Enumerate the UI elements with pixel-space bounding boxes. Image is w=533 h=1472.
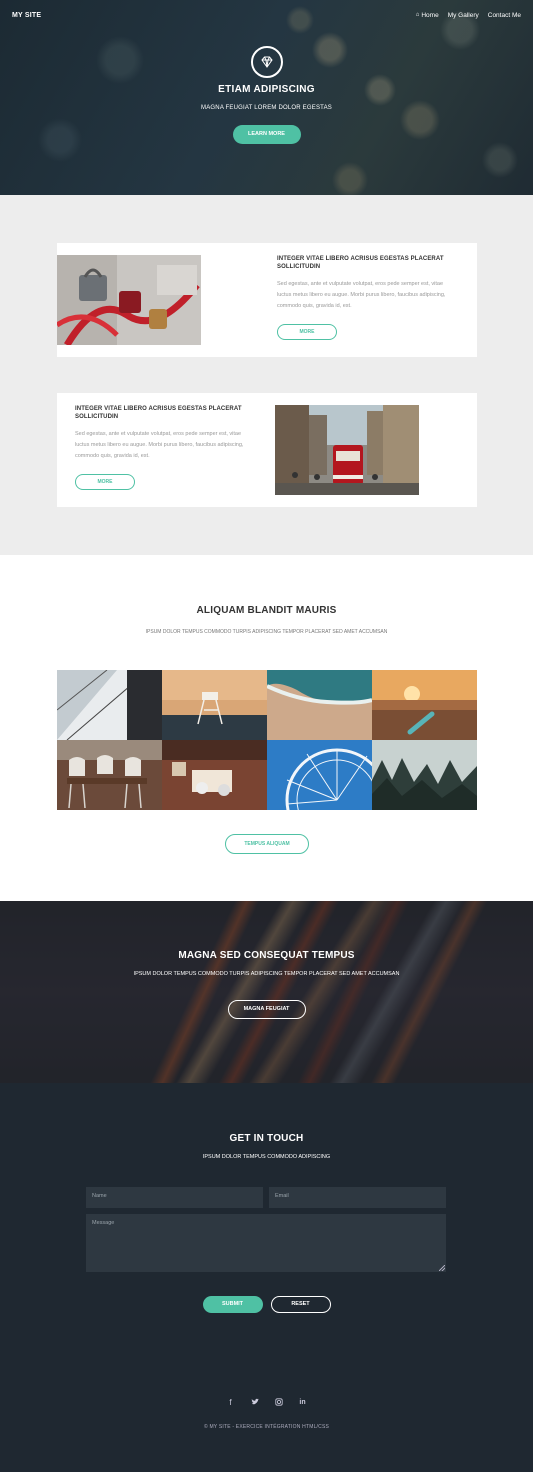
cta-subtitle: IPSUM DOLOR TEMPUS COMMODO TURPIS ADIPIS… [133, 971, 400, 977]
message-field[interactable]: Message [86, 1214, 446, 1272]
gallery-section: ALIQUAM BLANDIT MAURIS IPSUM DOLOR TEMPU… [0, 555, 533, 901]
padlocks-photo [57, 255, 201, 345]
feature-text: INTEGER VITAE LIBERO ACRISUS EGESTAS PLA… [75, 405, 251, 490]
contact-subtitle: IPSUM DOLOR TEMPUS COMMODO ADIPISCING [202, 1154, 331, 1160]
social-links: f in [0, 1397, 533, 1407]
feature-title: INTEGER VITAE LIBERO ACRISUS EGESTAS PLA… [277, 256, 444, 270]
diamond-icon [250, 46, 283, 78]
home-icon: ⌂ [415, 12, 420, 18]
foggy-forest-photo[interactable] [372, 740, 477, 810]
feature-card: INTEGER VITAE LIBERO ACRISUS EGESTAS PLA… [57, 393, 477, 507]
tempus-aliquam-button[interactable]: TEMPUS ALIQUAM [225, 834, 309, 854]
feature-text: INTEGER VITAE LIBERO ACRISUS EGESTAS PLA… [277, 255, 453, 340]
red-tram-photo [275, 405, 419, 495]
cta-banner: MAGNA SED CONSEQUAT TEMPUS IPSUM DOLOR T… [0, 901, 533, 1083]
nav-gallery-link[interactable]: My Gallery [448, 12, 479, 19]
site-logo[interactable]: MY SITE [12, 12, 41, 19]
nav-contact-link[interactable]: Contact Me [488, 12, 521, 19]
feature-body: Sed egestas, ante et vulputate volutpat,… [277, 281, 446, 309]
top-nav: MY SITE ⌂ Home My Gallery Contact Me [0, 0, 533, 30]
resize-handle-icon[interactable] [439, 1265, 445, 1271]
ferris-wheel-photo[interactable] [267, 740, 372, 810]
submit-button[interactable]: SUBMIT [202, 1296, 263, 1313]
cta-content: MAGNA SED CONSEQUAT TEMPUS IPSUM DOLOR T… [0, 950, 533, 1019]
message-placeholder: Message [92, 1220, 115, 1226]
reset-button[interactable]: RESET [270, 1296, 331, 1313]
nav-home-label: Home [421, 11, 439, 19]
gallery-subtitle: IPSUM DOLOR TEMPUS COMMODO TURPIS ADIPIS… [145, 629, 388, 635]
photo-grid [57, 670, 477, 810]
contact-title: GET IN TOUCH [229, 1133, 304, 1144]
instagram-icon[interactable] [274, 1397, 283, 1407]
twitter-icon[interactable] [251, 1397, 259, 1407]
nav-links: ⌂ Home My Gallery Contact Me [416, 12, 521, 19]
name-field[interactable]: Name [86, 1187, 263, 1208]
feature-card: INTEGER VITAE LIBERO ACRISUS EGESTAS PLA… [57, 243, 477, 357]
hero-subtitle: MAGNA FEUGIAT LOREM DOLOR EGESTAS [201, 105, 332, 111]
facebook-icon[interactable]: f [227, 1397, 235, 1407]
contact-section: GET IN TOUCH IPSUM DOLOR TEMPUS COMMODO … [0, 1083, 533, 1472]
hero-section: MY SITE ⌂ Home My Gallery Contact Me ETI… [0, 0, 533, 195]
copyright-text: © MY SITE - EXERCICE INTÉGRATION HTML/CS… [203, 1424, 330, 1430]
dining-chairs-photo[interactable] [57, 740, 162, 810]
lifeguard-tower-photo[interactable] [162, 670, 267, 740]
cta-title: MAGNA SED CONSEQUAT TEMPUS [178, 950, 355, 961]
hero-content: ETIAM ADIPISCING MAGNA FEUGIAT LOREM DOL… [0, 46, 533, 144]
features-section: INTEGER VITAE LIBERO ACRISUS EGESTAS PLA… [0, 195, 533, 555]
feature-title: INTEGER VITAE LIBERO ACRISUS EGESTAS PLA… [75, 406, 242, 420]
surfboard-sunset-photo[interactable] [372, 670, 477, 740]
form-buttons: SUBMIT RESET [0, 1296, 533, 1313]
sailboat-photo[interactable] [57, 670, 162, 740]
gallery-title: ALIQUAM BLANDIT MAURIS [196, 605, 337, 616]
hero-title: ETIAM ADIPISCING [218, 84, 315, 95]
feature-body: Sed egestas, ante et vulputate volutpat,… [75, 431, 244, 459]
nav-home-link[interactable]: ⌂ Home [416, 12, 439, 19]
learn-more-button[interactable]: LEARN MORE [232, 125, 301, 144]
more-button[interactable]: MORE [277, 324, 337, 340]
beach-waves-photo[interactable] [267, 670, 372, 740]
coffee-table-photo[interactable] [162, 740, 267, 810]
more-button[interactable]: MORE [75, 474, 135, 490]
linkedin-icon[interactable]: in [299, 1397, 307, 1407]
email-field[interactable]: Email [269, 1187, 446, 1208]
magna-feugiat-button[interactable]: MAGNA FEUGIAT [227, 1000, 306, 1019]
